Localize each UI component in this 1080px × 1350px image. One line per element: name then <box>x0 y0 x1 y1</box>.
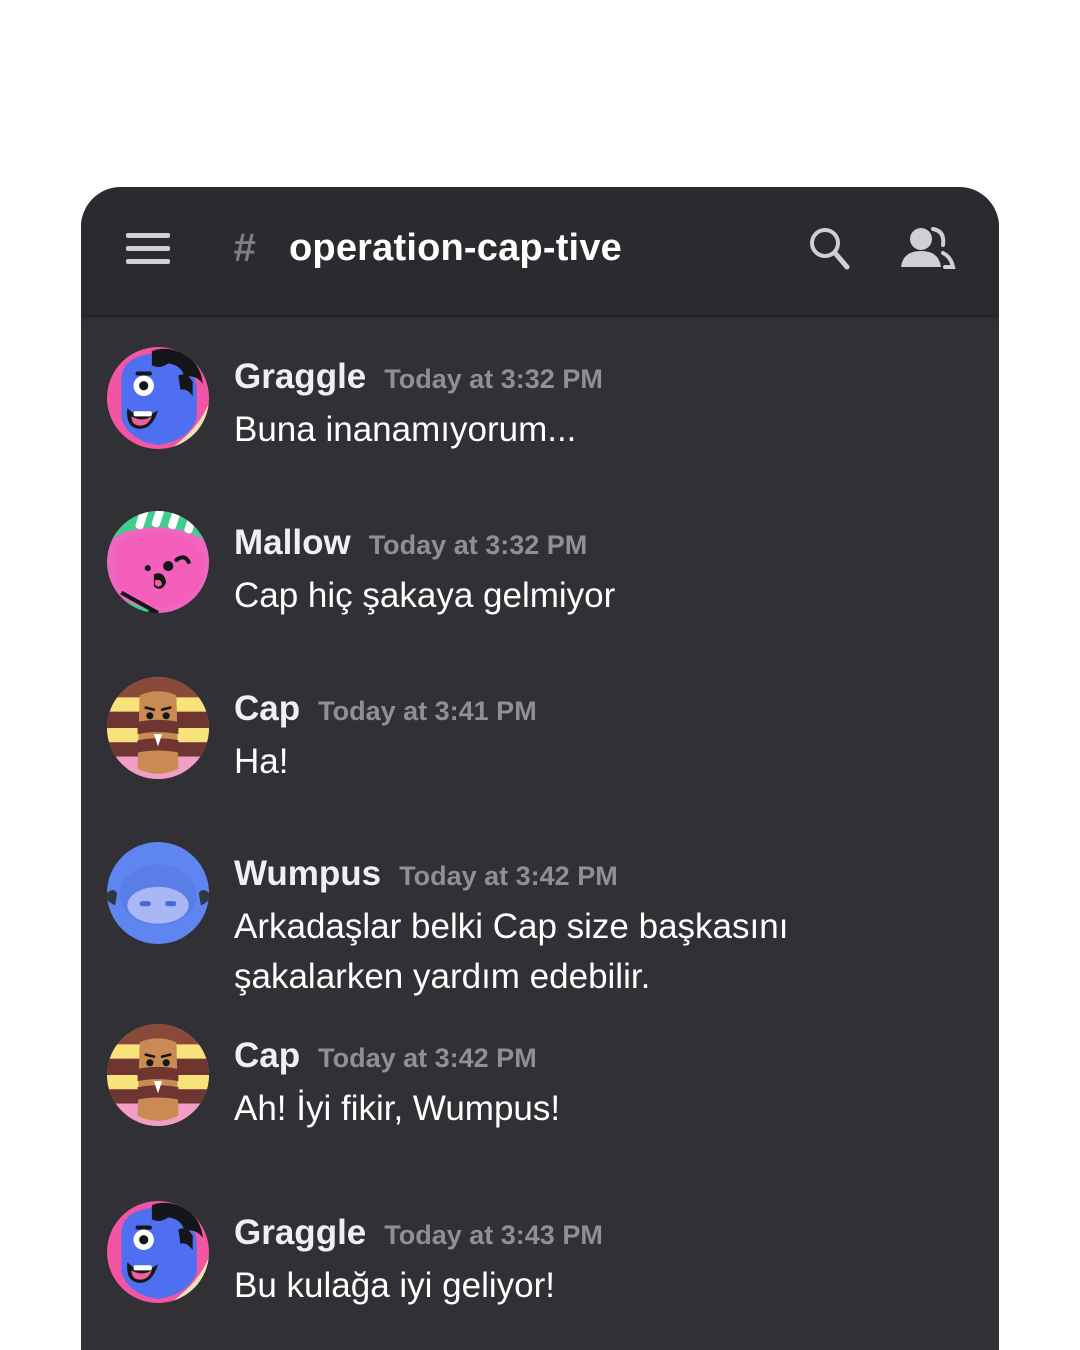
cap-avatar[interactable] <box>107 1024 209 1126</box>
username[interactable]: Cap <box>234 689 300 728</box>
message-text: Ah! İyi fikir, Wumpus! <box>234 1089 561 1128</box>
search-icon[interactable] <box>805 223 855 273</box>
username[interactable]: Graggle <box>234 357 366 396</box>
username[interactable]: Mallow <box>234 523 351 562</box>
timestamp: Today at 3:41 PM <box>318 696 537 726</box>
message-text: Buna inanamıyorum... <box>234 410 577 449</box>
members-icon[interactable] <box>897 223 957 273</box>
timestamp: Today at 3:32 PM <box>368 530 588 560</box>
channel-header: # operation-cap-tive <box>81 187 999 315</box>
message-header: Cap Today at 3:42 PM <box>234 1036 537 1076</box>
message-header: Graggle Today at 3:43 PM <box>234 1213 603 1253</box>
timestamp: Today at 3:32 PM <box>384 364 603 394</box>
graggle-avatar[interactable] <box>107 1201 209 1303</box>
channel-name: operation-cap-tive <box>289 227 622 269</box>
message-text: Ha! <box>234 742 289 781</box>
cap-avatar[interactable] <box>107 677 209 779</box>
username[interactable]: Cap <box>234 1036 300 1075</box>
channel-hash-icon: # <box>233 226 256 270</box>
hamburger-menu-icon[interactable] <box>121 227 175 271</box>
timestamp: Today at 3:42 PM <box>318 1043 537 1073</box>
message-header: Cap Today at 3:41 PM <box>234 689 537 729</box>
message-text: Arkadaşlar belki Cap size başkasını şaka… <box>234 907 789 996</box>
message-text: Cap hiç şakaya gelmiyor <box>234 576 616 615</box>
timestamp: Today at 3:42 PM <box>399 861 618 891</box>
message-header: Wumpus Today at 3:42 PM <box>234 854 618 894</box>
timestamp: Today at 3:43 PM <box>384 1220 603 1250</box>
chat-window: # operation-cap-tive Graggle Today at 3:… <box>81 187 999 1350</box>
wumpus-avatar[interactable] <box>107 842 209 944</box>
message-header: Graggle Today at 3:32 PM <box>234 357 603 397</box>
username[interactable]: Wumpus <box>234 854 381 893</box>
username[interactable]: Graggle <box>234 1213 366 1252</box>
message-text: Bu kulağa iyi geliyor! <box>234 1266 555 1305</box>
graggle-avatar[interactable] <box>107 347 209 449</box>
mallow-avatar[interactable] <box>107 511 209 613</box>
message-header: Mallow Today at 3:32 PM <box>234 523 587 563</box>
